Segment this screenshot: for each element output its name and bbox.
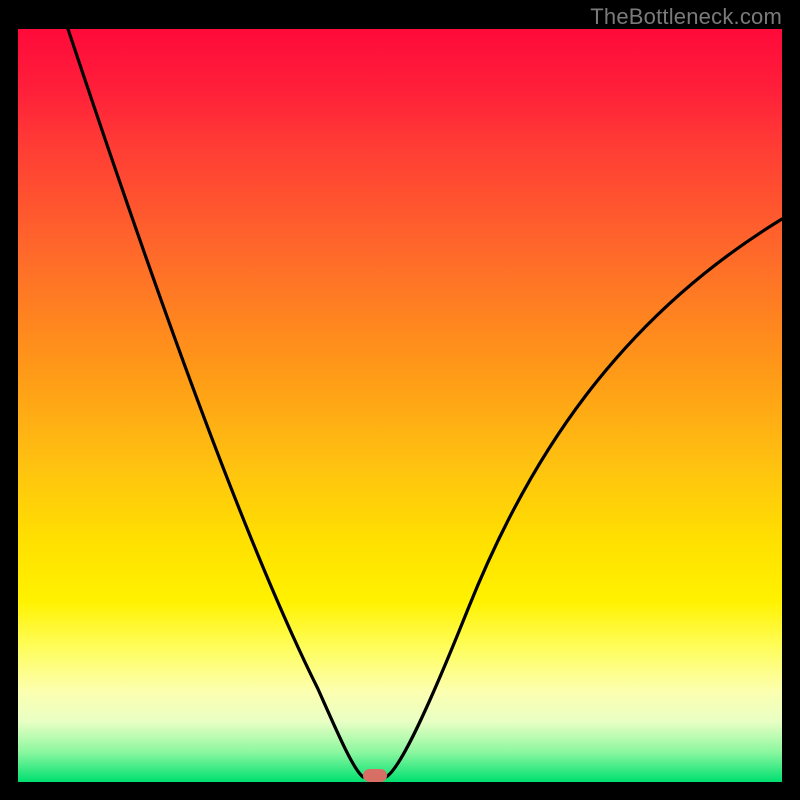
plot-area bbox=[18, 29, 782, 782]
curve-path bbox=[68, 29, 782, 777]
bottleneck-curve bbox=[18, 29, 782, 782]
optimum-marker bbox=[363, 769, 387, 782]
chart-frame: TheBottleneck.com bbox=[0, 0, 800, 800]
watermark-text: TheBottleneck.com bbox=[590, 4, 782, 30]
